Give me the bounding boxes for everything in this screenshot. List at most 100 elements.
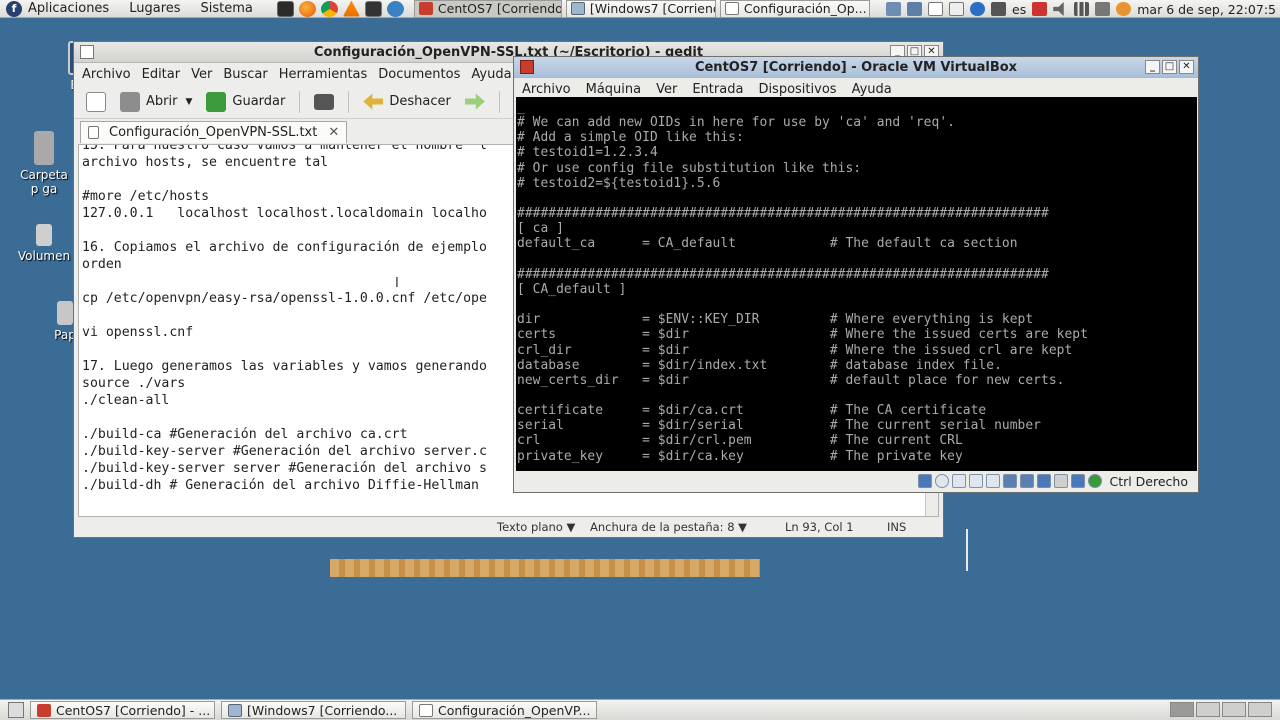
close-tab-icon[interactable]: ✕ <box>328 125 339 140</box>
gedit-window-icon <box>80 45 94 59</box>
bottom-task-label: CentOS7 [Corriendo] - ... <box>56 702 211 718</box>
capture-icon[interactable] <box>1037 474 1052 488</box>
workspace-3[interactable] <box>1222 702 1246 717</box>
vlc-icon[interactable] <box>342 0 360 17</box>
chevron-down-icon[interactable]: ▼ <box>185 97 192 107</box>
desktop-icon-carpeta[interactable]: Carpeta p ga <box>16 131 72 196</box>
menu-herramientas[interactable]: Herramientas <box>279 67 368 82</box>
new-button[interactable] <box>82 89 110 115</box>
firefox-icon[interactable] <box>298 0 316 17</box>
network-alt-icon[interactable] <box>1095 2 1111 16</box>
user-avatar-icon[interactable] <box>1116 2 1132 16</box>
menu-aplicaciones[interactable]: Aplicaciones <box>28 1 109 16</box>
network-icon[interactable] <box>1020 474 1035 488</box>
open-button[interactable]: Abrir ▼ <box>116 89 196 115</box>
bluetooth-icon[interactable] <box>970 2 986 16</box>
clock[interactable]: mar 6 de sep, 22:07:5 <box>1137 2 1276 17</box>
menu-lugares[interactable]: Lugares <box>129 1 180 16</box>
top-task-windows7[interactable]: [Windows7 [Corriendo] - <box>565 0 716 18</box>
terminal-icon[interactable] <box>276 0 294 17</box>
screen-icon[interactable] <box>364 0 382 17</box>
menu-archivo[interactable]: Archivo <box>82 67 131 82</box>
top-task-label: Configuración_Op... <box>743 1 867 16</box>
wallpaper-line <box>966 529 968 571</box>
display-icon[interactable] <box>1003 474 1018 488</box>
drive-icon <box>36 224 52 246</box>
top-task-gedit[interactable]: Configuración_Op... <box>719 0 870 18</box>
bottom-task-label: [Windows7 [Corriendo... <box>247 702 398 718</box>
trash-icon <box>57 301 73 325</box>
host-key-icon[interactable] <box>1088 474 1103 488</box>
recording-icon[interactable] <box>1054 474 1069 488</box>
volume-icon[interactable] <box>1053 2 1064 16</box>
top-task-label: [Windows7 [Corriendo] - <box>589 1 715 16</box>
workspace-2[interactable] <box>1196 702 1220 717</box>
virtualbox-icon <box>418 2 433 15</box>
maximize-icon[interactable]: □ <box>1162 60 1177 74</box>
display-icon[interactable] <box>991 2 1007 16</box>
menu-ver[interactable]: Ver <box>191 67 212 82</box>
toolbar-separator <box>348 90 350 113</box>
editor-content[interactable]: 15. Para nuestro caso vamos a mantener e… <box>82 145 487 494</box>
battery-icon[interactable] <box>1032 2 1048 16</box>
hard-disk-icon[interactable] <box>918 474 933 488</box>
save-button[interactable]: Guardar <box>202 89 289 115</box>
menu-documentos[interactable]: Documentos <box>378 67 460 82</box>
shield-icon[interactable] <box>886 2 902 16</box>
top-task-centos[interactable]: CentOS7 [Corriendo] - Ora <box>413 0 562 18</box>
vbox-menu-archivo[interactable]: Archivo <box>522 82 571 97</box>
refresh-icon[interactable] <box>386 0 404 17</box>
workspace-4[interactable] <box>1248 702 1272 717</box>
bottom-task-windows7[interactable]: [Windows7 [Corriendo... <box>221 701 406 719</box>
windows-vm-icon <box>228 703 242 717</box>
fedora-logo-icon[interactable]: f <box>6 0 22 17</box>
show-desktop-icon[interactable] <box>8 702 24 718</box>
vbox-menu-entrada[interactable]: Entrada <box>692 82 743 97</box>
vbox-menu-dispositivos[interactable]: Dispositivos <box>758 82 836 97</box>
redo-button[interactable] <box>461 89 489 115</box>
menu-sistema[interactable]: Sistema <box>201 1 253 16</box>
menu-ayuda[interactable]: Ayuda <box>471 67 511 82</box>
vbox-menu-ver[interactable]: Ver <box>656 82 677 97</box>
mouse-integration-icon[interactable] <box>1071 474 1086 488</box>
desktop-icon-volumen[interactable]: Volumen <box>16 224 72 263</box>
workspace-1[interactable] <box>1170 702 1194 717</box>
chrome-icon[interactable] <box>320 0 338 17</box>
vbox-menu-maquina[interactable]: Máquina <box>586 82 642 97</box>
bottom-panel: CentOS7 [Corriendo] - ... [Windows7 [Cor… <box>0 699 1280 720</box>
tab-width-selector[interactable]: Anchura de la pestaña: 8 ▼ <box>590 520 785 534</box>
workspace-switcher <box>1170 702 1272 717</box>
top-panel: f Aplicaciones Lugares Sistema CentOS7 [… <box>0 0 1280 18</box>
window-icon[interactable] <box>949 2 965 16</box>
virtualbox-window: CentOS7 [Corriendo] - Oracle VM VirtualB… <box>513 56 1199 493</box>
bottom-task-centos[interactable]: CentOS7 [Corriendo] - ... <box>30 701 215 719</box>
close-icon[interactable]: ✕ <box>1179 60 1194 74</box>
bottom-task-gedit[interactable]: Configuración_OpenVP... <box>412 701 597 719</box>
vbox-menu-ayuda[interactable]: Ayuda <box>852 82 892 97</box>
print-button[interactable] <box>310 91 338 113</box>
folder-open-icon <box>120 91 140 112</box>
shared-folder-icon[interactable] <box>986 474 1001 488</box>
text-file-icon <box>88 126 99 139</box>
syntax-selector[interactable]: Texto plano ▼ <box>497 520 590 534</box>
menu-editar[interactable]: Editar <box>142 67 181 82</box>
vm-console[interactable]: _ # We can add new OIDs in here for use … <box>516 97 1197 471</box>
new-document-icon <box>86 91 106 112</box>
windows-vm-icon <box>570 2 585 15</box>
desktop-icon-label: Carpeta p ga <box>20 168 68 196</box>
keyboard-layout[interactable]: es <box>1012 2 1026 17</box>
virtualbox-tray-icon[interactable] <box>907 2 923 16</box>
optical-drive-icon[interactable] <box>935 474 950 488</box>
top-menus: Aplicaciones Lugares Sistema <box>28 1 273 16</box>
virtualbox-icon <box>37 703 51 717</box>
document-tab[interactable]: Configuración_OpenVPN-SSL.txt ✕ <box>80 121 348 143</box>
gedit-icon <box>419 703 433 717</box>
checkbox-icon[interactable] <box>928 2 944 16</box>
network-icon[interactable] <box>1074 2 1090 16</box>
usb-icon[interactable] <box>969 474 984 488</box>
audio-icon[interactable] <box>952 474 967 488</box>
virtualbox-titlebar[interactable]: CentOS7 [Corriendo] - Oracle VM VirtualB… <box>514 57 1198 78</box>
menu-buscar[interactable]: Buscar <box>223 67 267 82</box>
undo-button[interactable]: Deshacer <box>359 89 454 115</box>
minimize-icon[interactable]: _ <box>1145 60 1160 74</box>
